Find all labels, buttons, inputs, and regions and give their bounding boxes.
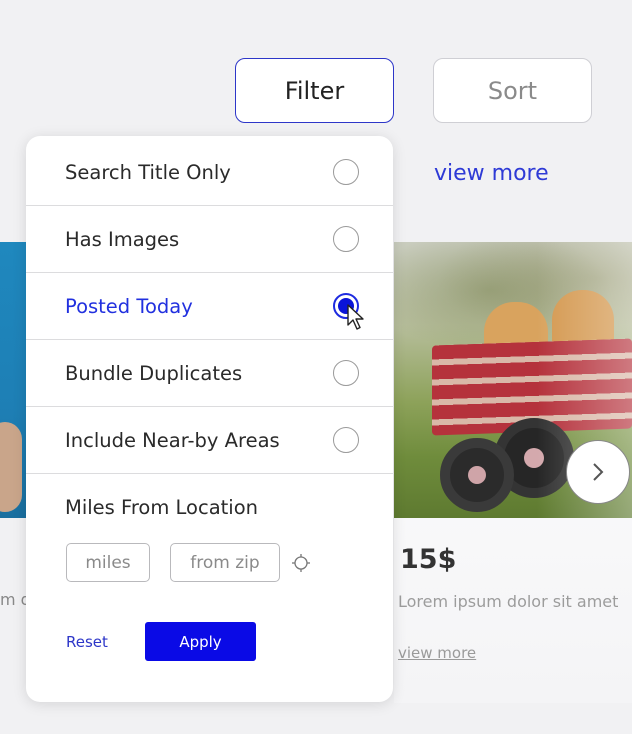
radio-button[interactable] [333, 226, 359, 252]
radio-button[interactable] [333, 360, 359, 386]
apply-button[interactable]: Apply [145, 622, 256, 661]
filter-option-label: Has Images [65, 227, 180, 251]
filter-option-search-title-only[interactable]: Search Title Only [26, 139, 393, 206]
zip-input[interactable] [170, 543, 280, 582]
filter-panel: Search Title Only Has Images Posted Toda… [26, 136, 393, 702]
view-more-link[interactable]: view more [434, 161, 549, 186]
radio-button[interactable] [333, 159, 359, 185]
carousel-next-button[interactable] [566, 440, 630, 504]
filter-option-has-images[interactable]: Has Images [26, 206, 393, 273]
listing-view-more-link[interactable]: view more [398, 644, 476, 662]
mouse-pointer-icon [347, 304, 364, 330]
listing-price: 15$ [400, 544, 457, 575]
filter-option-label: Bundle Duplicates [65, 361, 243, 385]
filter-option-label: Search Title Only [65, 160, 231, 184]
filter-option-include-nearby-areas[interactable]: Include Near-by Areas [26, 407, 393, 474]
filter-button[interactable]: Filter [235, 58, 394, 123]
puppy-photo [0, 422, 22, 512]
miles-from-location-label: Miles From Location [65, 496, 259, 519]
reset-link[interactable]: Reset [66, 633, 108, 651]
sort-button[interactable]: Sort [433, 58, 592, 123]
chevron-right-icon [593, 463, 604, 481]
listing-card-right: 15$ Lorem ipsum dolor sit amet view more [394, 242, 632, 703]
miles-input[interactable] [66, 543, 150, 582]
filter-option-bundle-duplicates[interactable]: Bundle Duplicates [26, 340, 393, 407]
filter-option-label: Posted Today [65, 294, 193, 318]
locate-icon[interactable] [291, 553, 311, 573]
listing-description: Lorem ipsum dolor sit amet [398, 592, 619, 611]
radio-button[interactable] [333, 427, 359, 453]
listing-image-right[interactable] [394, 242, 632, 518]
filter-option-label: Include Near-by Areas [65, 428, 280, 452]
filter-option-posted-today[interactable]: Posted Today [26, 273, 393, 340]
